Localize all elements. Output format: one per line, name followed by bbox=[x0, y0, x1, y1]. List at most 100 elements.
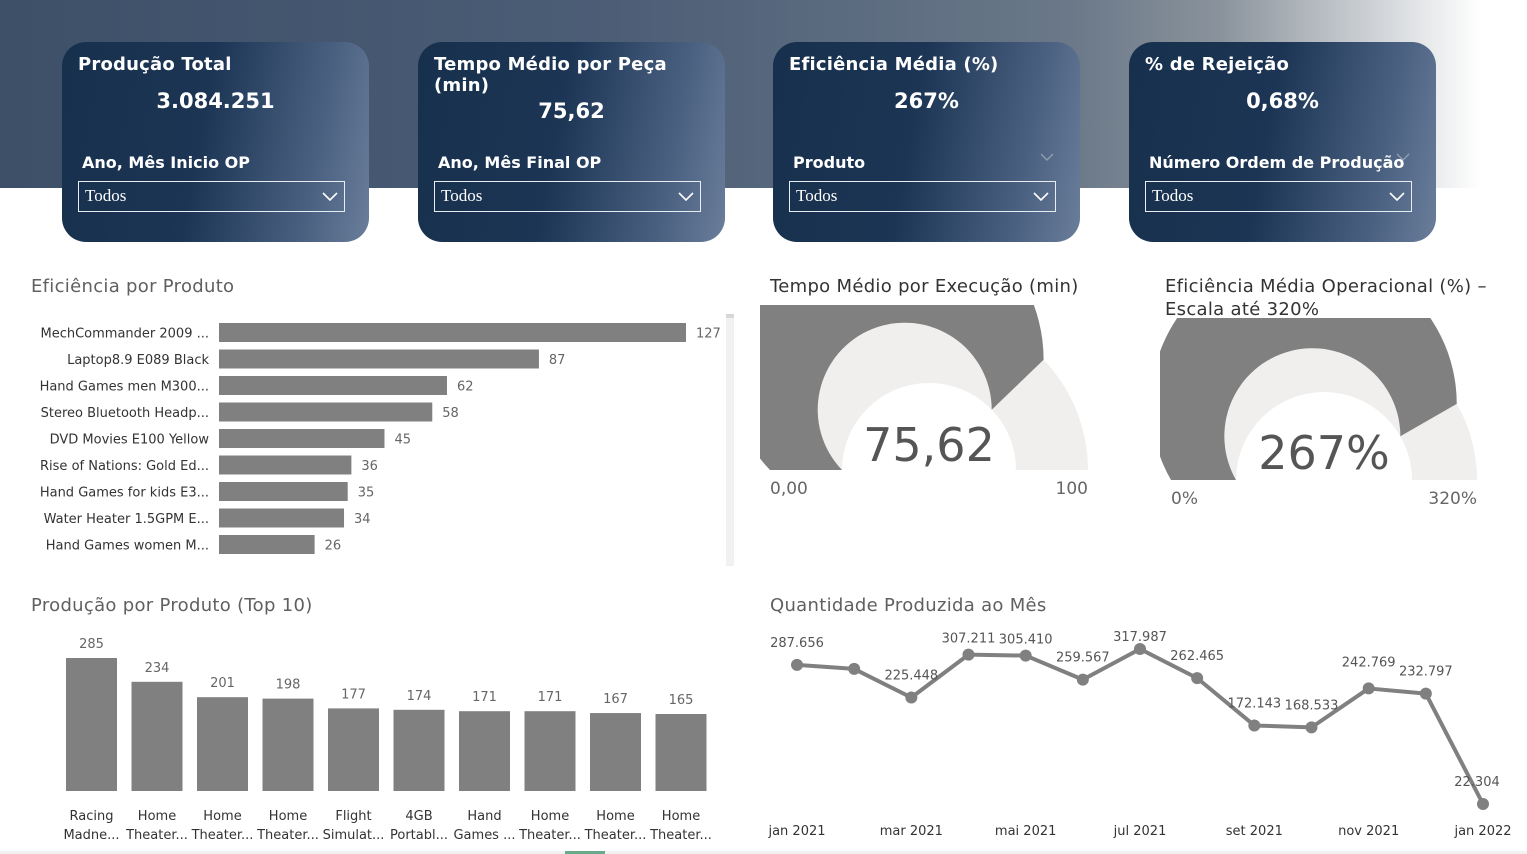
chevron-down-icon bbox=[1033, 192, 1049, 202]
bar[interactable] bbox=[219, 376, 447, 395]
bar-category-label: Laptop8.9 E089 Black bbox=[67, 353, 209, 368]
bar-category-label: Portabl... bbox=[390, 828, 448, 843]
bar-category-label: Hand bbox=[467, 809, 501, 824]
production-top10-title: Produção por Produto (Top 10) bbox=[31, 595, 313, 616]
bar[interactable] bbox=[262, 698, 314, 791]
bar-category-label: Hand Games women M... bbox=[46, 539, 209, 554]
bar[interactable] bbox=[219, 429, 385, 448]
kpi-value: 75,62 bbox=[538, 99, 605, 123]
product-filter-dropdown[interactable]: Todos bbox=[789, 181, 1056, 212]
data-point[interactable] bbox=[1419, 687, 1432, 700]
bar-category-label: Theater... bbox=[256, 828, 319, 843]
bar-category-label: Home bbox=[662, 809, 700, 824]
bar[interactable] bbox=[219, 508, 345, 528]
kpi-card-avg-efficiency: Eficiência Média (%) 267% Produto Todos bbox=[773, 42, 1080, 242]
efficiency-by-product-chart: MechCommander 2009 ... 127 Laptop8.9 E089 … bbox=[40, 314, 734, 566]
point-data-label: 22.304 bbox=[1454, 775, 1500, 790]
bar-data-label: 167 bbox=[603, 692, 628, 707]
bar[interactable] bbox=[219, 323, 686, 342]
filter-label: Produto bbox=[793, 153, 866, 172]
bar-category-label: Home bbox=[269, 809, 307, 824]
data-point[interactable] bbox=[791, 658, 803, 671]
data-point[interactable] bbox=[1362, 682, 1375, 695]
bar[interactable] bbox=[219, 402, 433, 422]
bar-data-label: 171 bbox=[472, 690, 497, 705]
data-point[interactable] bbox=[905, 691, 918, 704]
bar-data-label: 35 bbox=[358, 486, 375, 501]
bar-data-label: 36 bbox=[361, 459, 378, 474]
filter-label: Ano, Mês Final OP bbox=[438, 153, 602, 172]
dropdown-value: Todos bbox=[441, 186, 483, 205]
x-tick-label: jan 2022 bbox=[1453, 824, 1511, 839]
bar-category-label: Theater... bbox=[518, 828, 581, 843]
filter-label: Ano, Mês Inicio OP bbox=[82, 153, 250, 172]
bar[interactable] bbox=[328, 708, 379, 791]
bar-category-label: Home bbox=[138, 809, 176, 824]
bar-category-label: Theater... bbox=[125, 828, 188, 843]
bar-data-label: 177 bbox=[341, 687, 366, 702]
production-top10-chart: 285 Racing Madne... 234 Home Theater... 201 Hom… bbox=[63, 637, 712, 843]
bar-data-label: 34 bbox=[354, 512, 371, 527]
kpi-card-rejection-rate: % de Rejeição 0,68% Número Ordem de Prod… bbox=[1129, 42, 1436, 242]
bar-category-label: Theater... bbox=[649, 828, 712, 843]
data-point[interactable] bbox=[1248, 719, 1261, 732]
point-data-label: 232.797 bbox=[1399, 665, 1453, 680]
bar-category-label: Games ... bbox=[453, 828, 515, 843]
bar-data-label: 234 bbox=[145, 661, 170, 676]
bar-category-label: Flight bbox=[335, 809, 371, 824]
chevron-down-icon bbox=[1040, 153, 1054, 161]
bar-category-label: Madne... bbox=[63, 828, 119, 843]
point-data-label: 305.410 bbox=[999, 633, 1053, 648]
data-point[interactable] bbox=[1191, 672, 1204, 685]
bar[interactable] bbox=[219, 455, 352, 475]
bar-category-label: Water Heater 1.5GPM E... bbox=[44, 512, 209, 527]
point-data-label: 259.567 bbox=[1056, 651, 1110, 666]
bar[interactable] bbox=[219, 482, 348, 501]
bar[interactable] bbox=[131, 681, 183, 791]
bar[interactable] bbox=[393, 709, 445, 791]
kpi-card-total-production: Produção Total 3.084.251 Ano, Mês Inicio… bbox=[62, 42, 369, 242]
bar-data-label: 62 bbox=[457, 380, 474, 395]
kpi-title: Eficiência Média (%) bbox=[789, 54, 999, 75]
point-data-label: 172.143 bbox=[1227, 696, 1281, 711]
data-point[interactable] bbox=[962, 648, 975, 661]
start-month-filter-dropdown[interactable]: Todos bbox=[78, 181, 345, 212]
bar-category-label: Home bbox=[531, 809, 569, 824]
bar-data-label: 87 bbox=[549, 353, 566, 368]
bar[interactable] bbox=[459, 711, 510, 791]
kpi-value: 267% bbox=[894, 89, 959, 113]
data-point[interactable] bbox=[1019, 649, 1032, 662]
bar-category-label: DVD Movies E100 Yellow bbox=[50, 433, 210, 448]
bar[interactable] bbox=[524, 711, 576, 791]
data-point[interactable] bbox=[1477, 798, 1489, 810]
scrollbar-thumb[interactable] bbox=[726, 314, 734, 318]
bar-category-label: Hand Games for kids E3... bbox=[40, 486, 209, 501]
bar-category-label: Theater... bbox=[584, 828, 647, 843]
gauge-efficiency-title-line2: Escala até 320% bbox=[1165, 299, 1320, 320]
bar[interactable] bbox=[655, 714, 707, 791]
end-month-filter-dropdown[interactable]: Todos bbox=[434, 181, 701, 212]
gauge-max-label: 320% bbox=[1428, 489, 1477, 509]
bar[interactable] bbox=[197, 697, 248, 791]
efficiency-by-product-title: Eficiência por Produto bbox=[31, 276, 235, 297]
x-tick-label: mai 2021 bbox=[995, 824, 1056, 839]
bar[interactable] bbox=[219, 349, 539, 369]
data-point[interactable] bbox=[1076, 673, 1089, 686]
gauge-value-label: 75,62 bbox=[863, 418, 995, 472]
bar[interactable] bbox=[219, 535, 315, 554]
bar-category-label: MechCommander 2009 ... bbox=[40, 327, 209, 342]
x-tick-label: jan 2021 bbox=[767, 824, 825, 839]
x-tick-label: set 2021 bbox=[1226, 824, 1283, 839]
bar-category-label: Home bbox=[203, 809, 241, 824]
kpi-title: % de Rejeição bbox=[1145, 54, 1290, 75]
bar[interactable] bbox=[590, 713, 641, 791]
point-data-label: 307.211 bbox=[942, 632, 996, 647]
bar[interactable] bbox=[66, 658, 117, 791]
scrollbar[interactable] bbox=[726, 314, 734, 566]
data-point[interactable] bbox=[848, 662, 861, 675]
data-point[interactable] bbox=[1305, 721, 1318, 734]
bar-data-label: 127 bbox=[696, 327, 721, 342]
production-order-filter-dropdown[interactable]: Todos bbox=[1145, 181, 1412, 212]
filter-label: Número Ordem de Produção bbox=[1149, 153, 1405, 172]
kpi-title: Produção Total bbox=[78, 54, 232, 75]
